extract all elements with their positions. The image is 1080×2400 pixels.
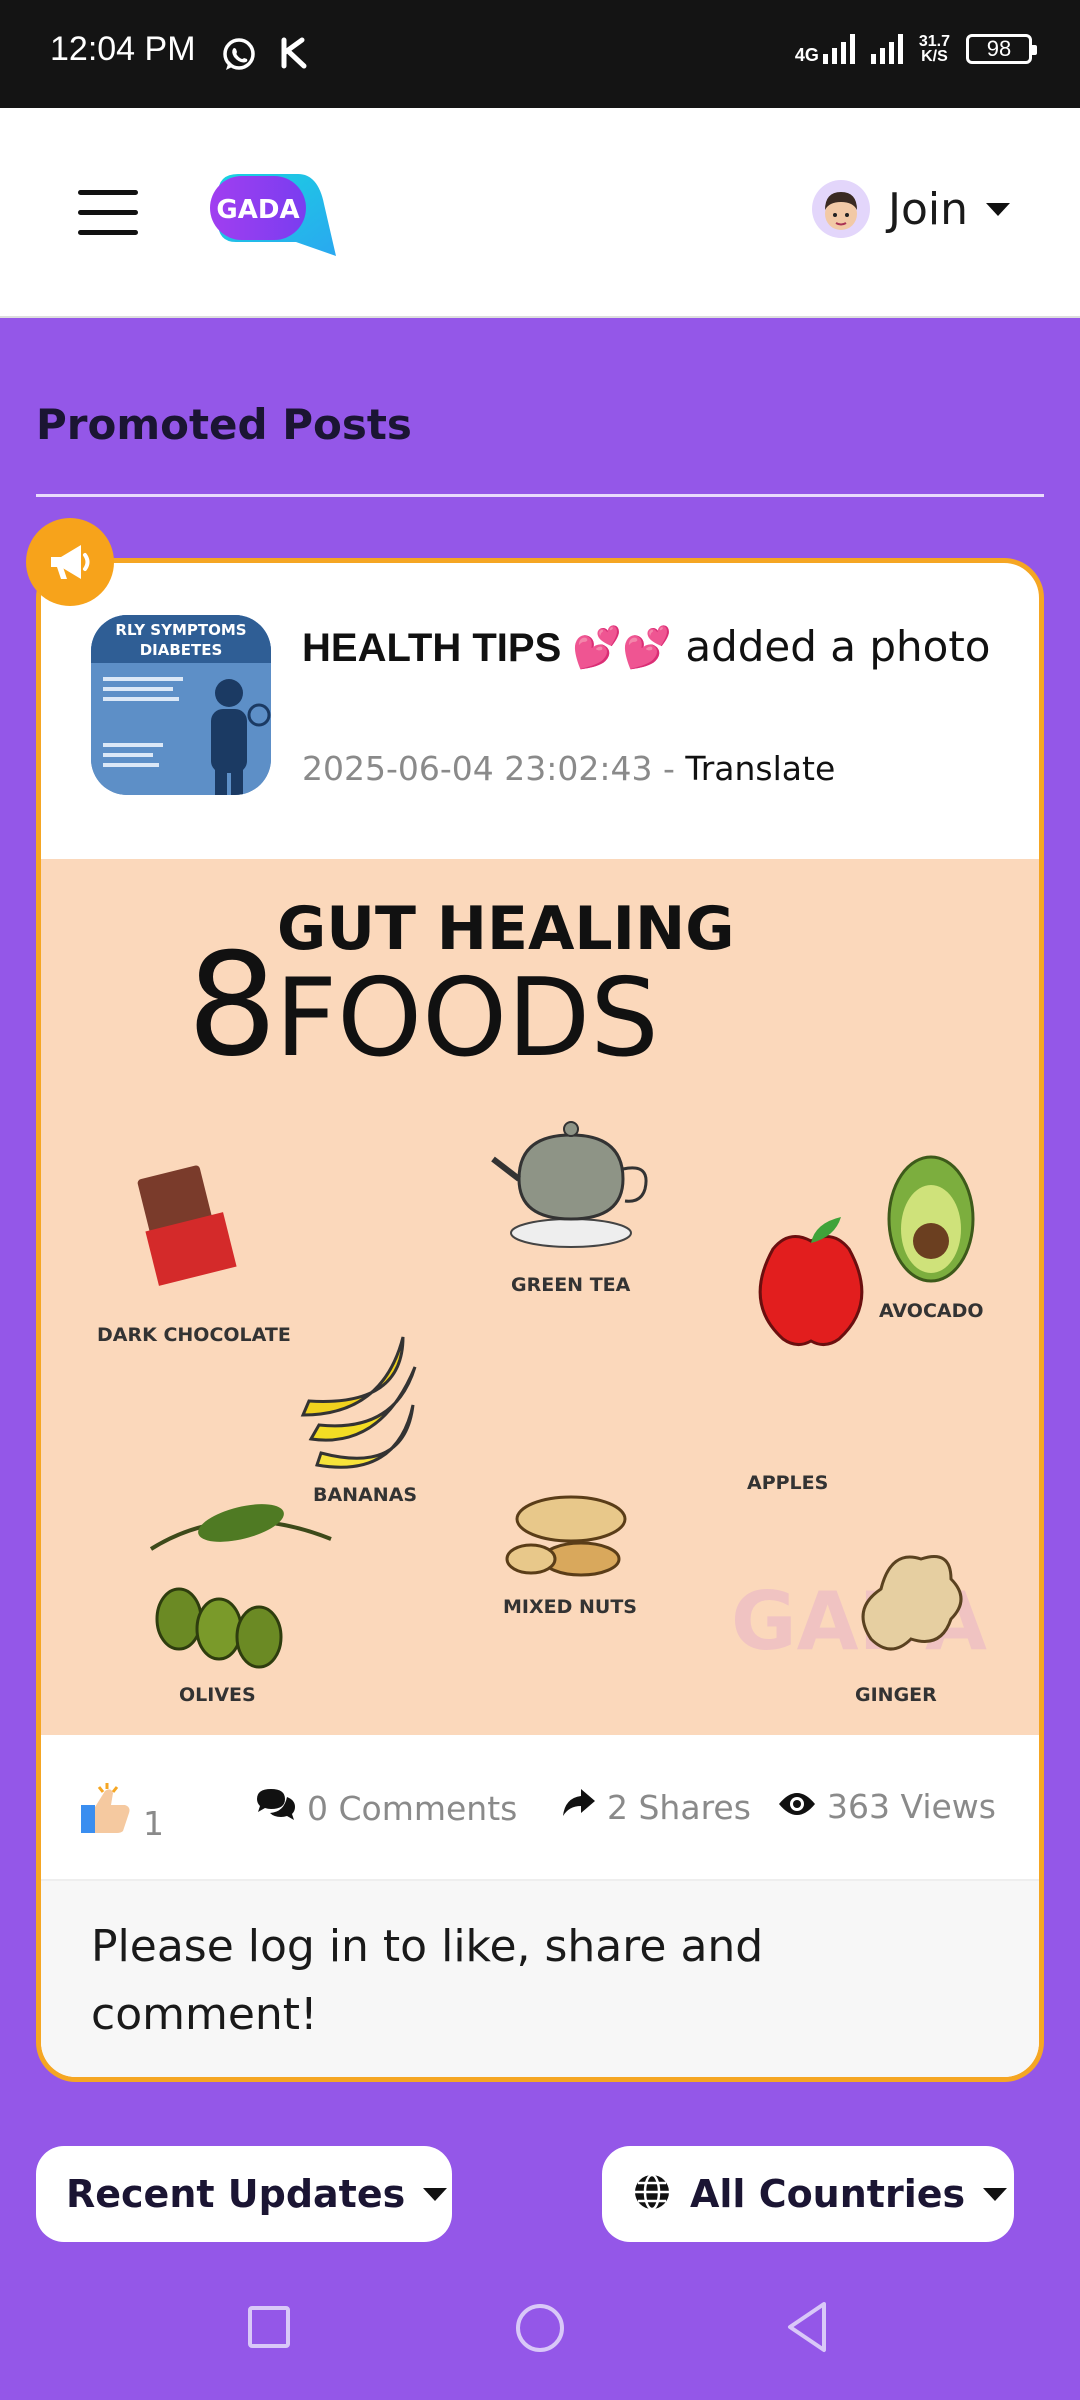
chevron-down-icon <box>983 2187 1008 2201</box>
item-label: DARK CHOCOLATE <box>97 1324 291 1346</box>
item-label: OLIVES <box>179 1684 256 1706</box>
item-label: BANANAS <box>313 1484 417 1506</box>
app-bar: GADA Join <box>0 108 1080 318</box>
home-button[interactable] <box>516 2304 564 2352</box>
status-indicators: 4G 31.7 K/S 98 <box>794 33 1037 65</box>
item-label: GINGER <box>855 1684 937 1706</box>
signal-icon-2 <box>870 34 903 64</box>
like-count-value: 1 <box>143 1804 164 1843</box>
item-label: APPLES <box>747 1472 828 1494</box>
recent-apps-button[interactable] <box>248 2306 290 2348</box>
system-nav-bar <box>0 2270 1080 2400</box>
back-button[interactable] <box>784 2300 830 2358</box>
thumb-line1: RLY SYMPTOMS <box>115 621 246 639</box>
views-count: 363 Views <box>827 1787 996 1826</box>
like-count[interactable]: 1 <box>77 1779 164 1843</box>
menu-icon[interactable] <box>78 190 138 236</box>
recent-updates-label: Recent Updates <box>66 2172 406 2216</box>
section-title: Promoted Posts <box>36 400 412 449</box>
translate-link[interactable]: Translate <box>685 749 835 788</box>
shares-count: 2 Shares <box>607 1787 751 1827</box>
join-menu[interactable]: Join <box>811 180 1010 238</box>
megaphone-icon <box>26 518 114 606</box>
post-action-text: added a photo <box>685 622 991 671</box>
eye-icon <box>777 1787 817 1826</box>
countries-dropdown[interactable]: All Countries <box>602 2146 1014 2242</box>
post-author-name[interactable]: HEALTH TIPS 💕💕 <box>302 626 672 670</box>
thumbs-up-icon <box>77 1779 133 1843</box>
speed-value: 31.7 <box>918 33 950 50</box>
login-prompt: Please log in to like, share and comment… <box>41 1881 1039 2077</box>
shares-stat[interactable]: 2 Shares <box>561 1787 751 1827</box>
image-number: 8 <box>187 923 277 1088</box>
login-prompt-text: Please log in to like, share and comment… <box>91 1921 764 2040</box>
signal-icon <box>822 34 855 64</box>
comments-count: 0 Comments <box>307 1788 518 1828</box>
avatar <box>811 180 870 238</box>
network-speed: 31.7 K/S <box>918 33 950 65</box>
post-author-avatar[interactable]: RLY SYMPTOMS DIABETES <box>91 615 271 795</box>
chevron-down-icon <box>423 2187 448 2201</box>
k-app-icon <box>278 36 312 74</box>
chevron-down-icon <box>986 202 1010 216</box>
comments-icon <box>255 1787 297 1829</box>
share-icon <box>561 1787 597 1827</box>
status-time: 12:04 PM <box>50 30 196 68</box>
logo-text: GADA <box>216 195 299 225</box>
globe-icon <box>632 2172 672 2216</box>
image-heading-bottom: FOODS <box>275 956 659 1081</box>
whatsapp-icon <box>220 36 258 78</box>
post-stats: 1 0 Comments 2 Shares 363 Views <box>41 1735 1039 1881</box>
section-divider <box>36 494 1044 497</box>
network-type: 4G <box>794 45 819 65</box>
countries-label: All Countries <box>690 2172 966 2216</box>
comments-stat[interactable]: 0 Comments <box>255 1787 517 1829</box>
battery-indicator: 98 <box>966 34 1037 64</box>
views-stat: 363 Views <box>777 1787 996 1826</box>
item-label: GREEN TEA <box>511 1274 631 1296</box>
post-timestamp: 2025-06-04 23:02:43 <box>302 749 653 788</box>
gada-logo[interactable]: GADA <box>198 164 348 268</box>
post-meta: 2025-06-04 23:02:43 - Translate <box>302 749 835 788</box>
post-image[interactable]: 8 GUT HEALING FOODS DARK CHOCOLATE GREEN… <box>41 859 1039 1735</box>
status-bar: 12:04 PM 4G 31.7 K/S 98 <box>0 0 1080 108</box>
post-title: HEALTH TIPS 💕💕 added a photo <box>302 613 1002 682</box>
meta-separator: - <box>662 749 675 788</box>
avocado-illustration <box>887 1155 975 1283</box>
item-label: AVOCADO <box>879 1300 984 1322</box>
speed-unit: K/S <box>921 48 948 65</box>
promoted-post-card[interactable]: RLY SYMPTOMS DIABETES HEALTH TIPS 💕💕 add… <box>36 558 1044 2082</box>
recent-updates-dropdown[interactable]: Recent Updates <box>36 2146 452 2242</box>
join-label: Join <box>887 183 968 235</box>
thumb-line2: DIABETES <box>140 641 223 659</box>
item-label: MIXED NUTS <box>503 1596 637 1618</box>
post-header: RLY SYMPTOMS DIABETES HEALTH TIPS 💕💕 add… <box>41 563 1039 859</box>
image-heading-top: GUT HEALING <box>277 894 734 964</box>
